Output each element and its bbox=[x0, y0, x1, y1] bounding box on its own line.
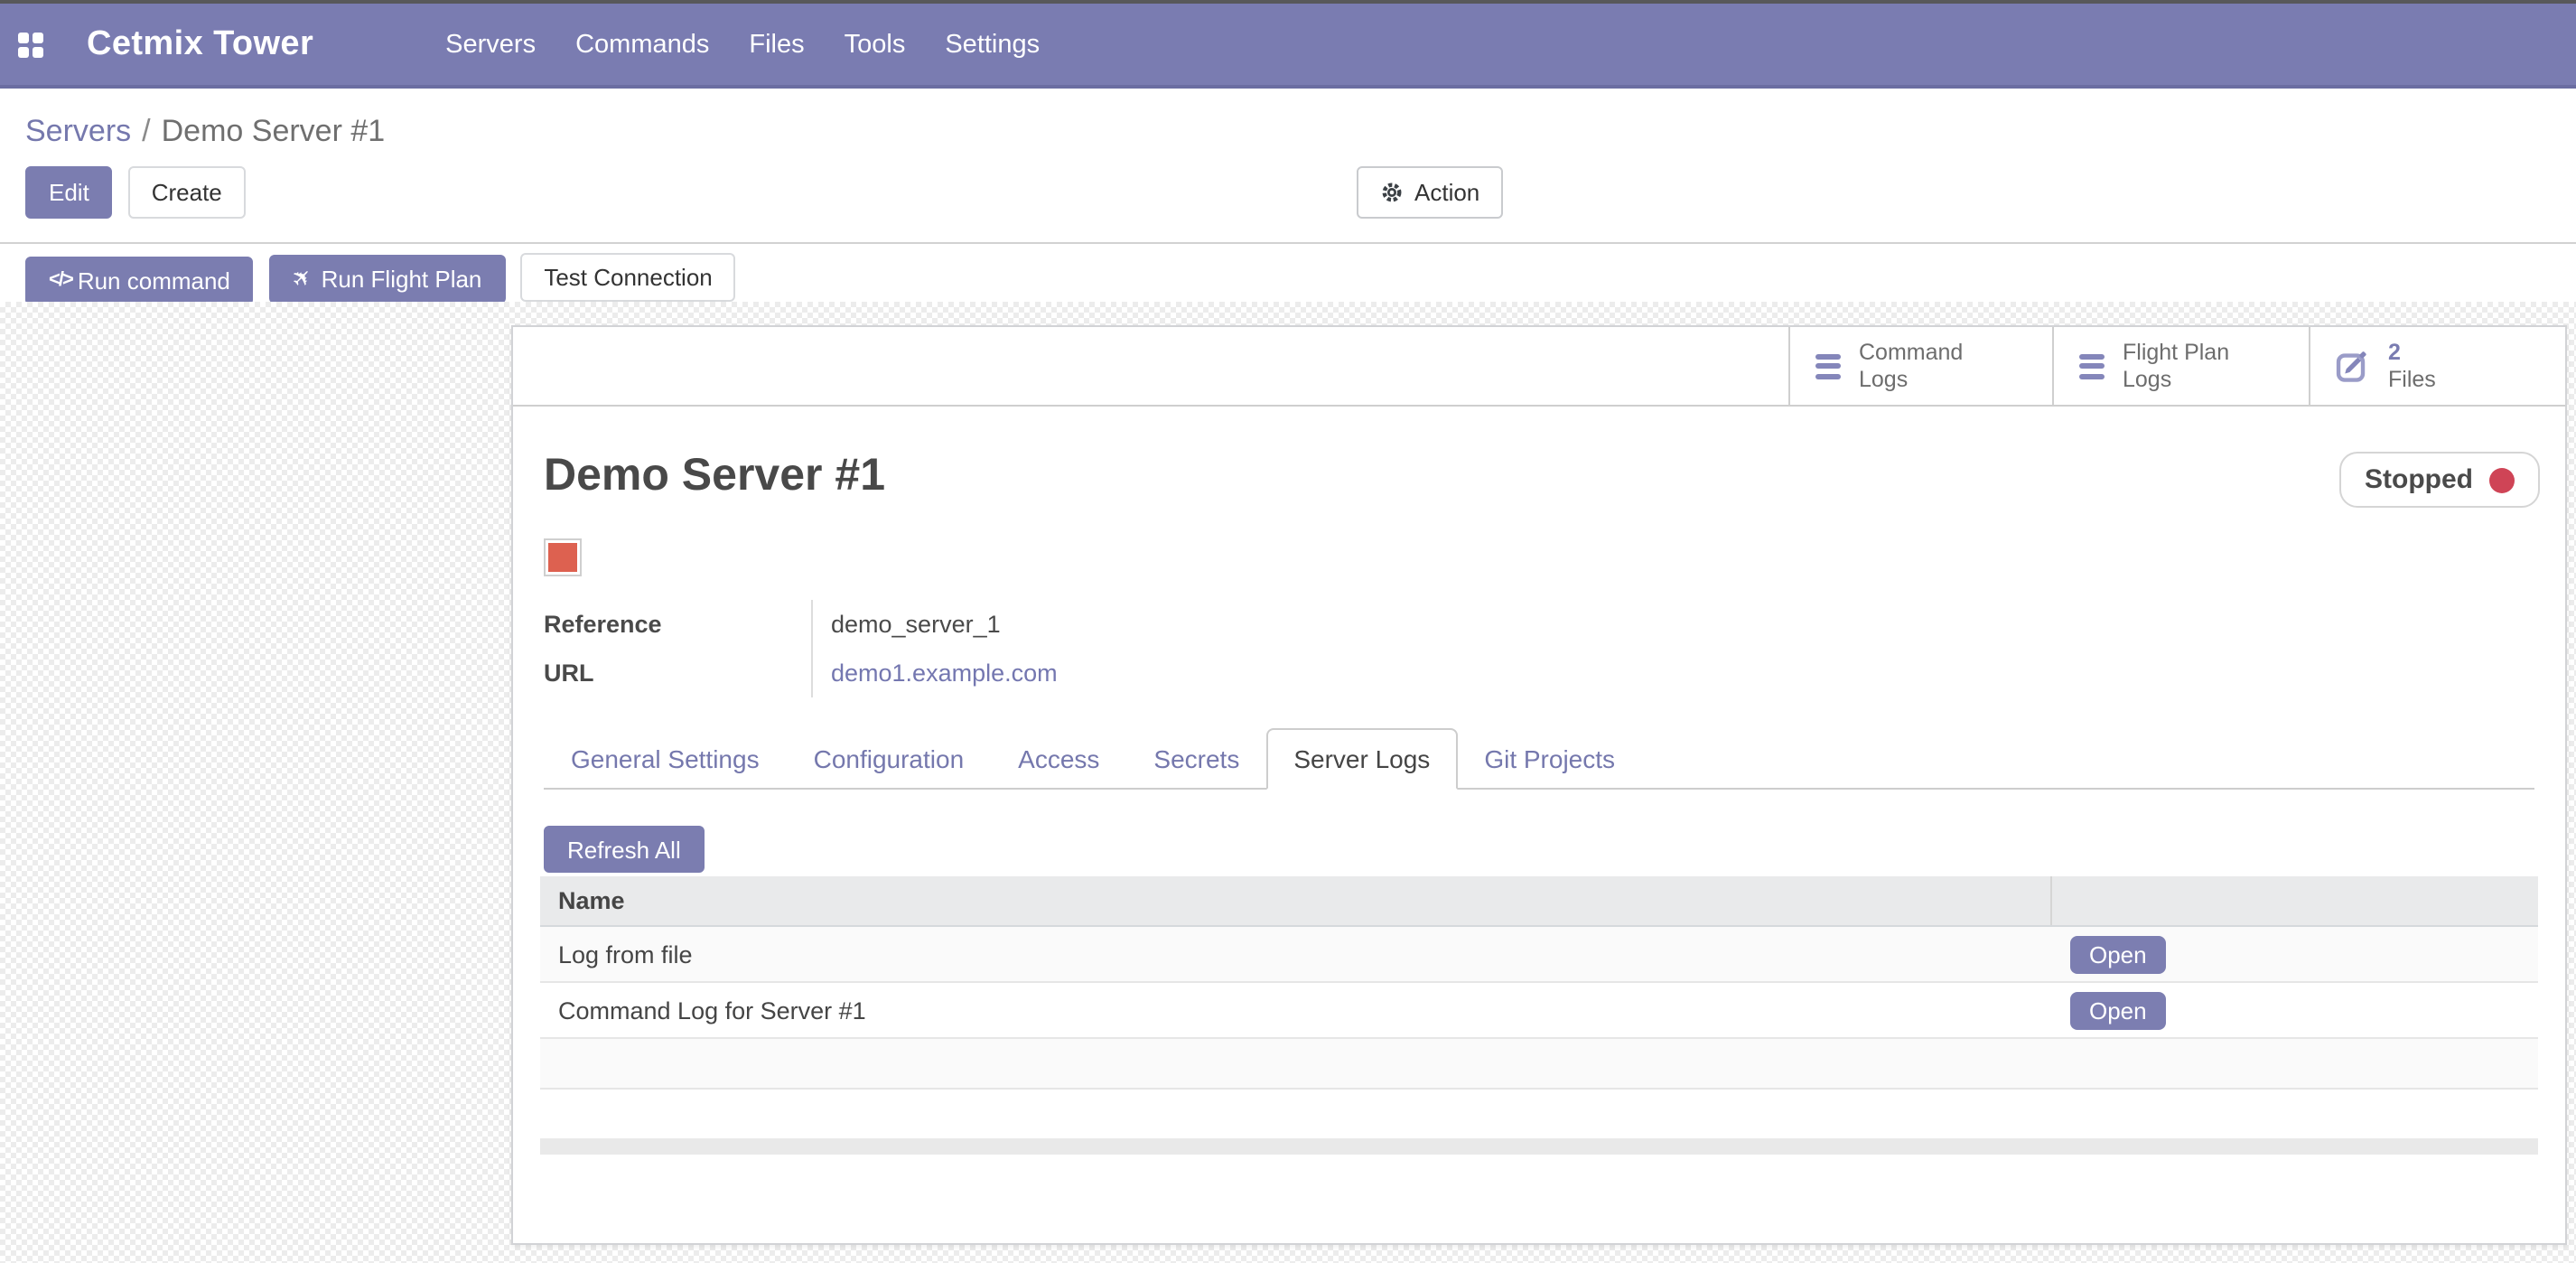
nav-item-commands[interactable]: Commands bbox=[575, 30, 709, 59]
files-stat-button[interactable]: 2 Files bbox=[2309, 327, 2565, 405]
breadcrumb-current: Demo Server #1 bbox=[162, 114, 386, 148]
tab-git-projects[interactable]: Git Projects bbox=[1457, 728, 1642, 790]
breadcrumb-parent-link[interactable]: Servers bbox=[25, 114, 131, 148]
app-window: Cetmix Tower Servers Commands Files Tool… bbox=[0, 0, 2576, 1263]
edit-button[interactable]: Edit bbox=[25, 166, 113, 219]
code-icon: </> bbox=[49, 269, 72, 291]
plane-icon: ✈ bbox=[285, 261, 320, 295]
table-empty-row bbox=[540, 1038, 2538, 1089]
navbar-menu: Servers Commands Files Tools Settings bbox=[445, 30, 1040, 59]
notebook-tabs: General Settings Configuration Access Se… bbox=[544, 728, 2534, 790]
list-icon bbox=[1815, 353, 1841, 379]
column-header-actions bbox=[2051, 876, 2538, 926]
server-color-swatch bbox=[544, 538, 582, 576]
nav-item-tools[interactable]: Tools bbox=[845, 30, 906, 59]
url-label: URL bbox=[544, 660, 811, 687]
breadcrumb: Servers / Demo Server #1 bbox=[0, 89, 2576, 150]
table-row[interactable]: Log from file Open bbox=[540, 926, 2538, 982]
action-dropdown-button[interactable]: Action bbox=[1357, 166, 1503, 219]
run-flight-plan-button[interactable]: ✈ Run Flight Plan bbox=[269, 254, 506, 303]
field-row-url: URL demo1.example.com bbox=[544, 649, 2534, 697]
open-log-button[interactable]: Open bbox=[2069, 991, 2167, 1029]
field-group: Reference demo_server_1 URL demo1.exampl… bbox=[544, 600, 2534, 697]
brand-title[interactable]: Cetmix Tower bbox=[87, 24, 313, 64]
table-footer-bar bbox=[540, 1138, 2538, 1155]
nav-item-servers[interactable]: Servers bbox=[445, 30, 536, 59]
table-header-row: Name bbox=[540, 876, 2538, 926]
create-button[interactable]: Create bbox=[128, 166, 246, 219]
edit-file-icon bbox=[2336, 349, 2370, 383]
test-connection-button[interactable]: Test Connection bbox=[520, 253, 735, 302]
tab-secrets[interactable]: Secrets bbox=[1126, 728, 1266, 790]
stat-label: Files bbox=[2388, 366, 2436, 391]
sheet-body: Demo Server #1 Reference demo_server_1 U… bbox=[513, 450, 2565, 1155]
main-navbar: Cetmix Tower Servers Commands Files Tool… bbox=[0, 4, 2576, 89]
tab-general-settings[interactable]: General Settings bbox=[544, 728, 787, 790]
form-view-background: Command Logs Flight Plan Logs bbox=[0, 302, 2576, 1263]
stat-label-line1: Flight Plan bbox=[2123, 340, 2229, 365]
nav-item-files[interactable]: Files bbox=[749, 30, 804, 59]
reference-value: demo_server_1 bbox=[811, 600, 1001, 649]
tab-access[interactable]: Access bbox=[991, 728, 1126, 790]
log-name-cell[interactable]: Command Log for Server #1 bbox=[540, 982, 2051, 1038]
server-logs-pane: Refresh All Name Log from file Open bbox=[544, 790, 2534, 1155]
form-toolbar: Edit Create Action bbox=[0, 166, 2576, 219]
files-count: 2 bbox=[2388, 340, 2401, 365]
stat-label-line1: Command bbox=[1859, 340, 1963, 365]
log-name-cell[interactable]: Log from file bbox=[540, 926, 2051, 982]
run-command-button[interactable]: </> Run command bbox=[25, 256, 254, 304]
url-link[interactable]: demo1.example.com bbox=[811, 649, 1058, 697]
flight-plan-logs-stat-button[interactable]: Flight Plan Logs bbox=[2052, 327, 2309, 405]
gear-icon bbox=[1380, 181, 1404, 204]
stat-label-line2: Logs bbox=[1859, 366, 1908, 391]
refresh-all-button[interactable]: Refresh All bbox=[544, 826, 705, 873]
stat-label-line2: Logs bbox=[2123, 366, 2171, 391]
server-logs-table: Name Log from file Open Command Log for … bbox=[540, 876, 2538, 1090]
reference-label: Reference bbox=[544, 611, 811, 638]
stat-button-band: Command Logs Flight Plan Logs bbox=[513, 327, 2565, 407]
page-title: Demo Server #1 bbox=[544, 450, 2534, 501]
breadcrumb-separator: / bbox=[142, 114, 150, 148]
column-header-name[interactable]: Name bbox=[540, 876, 2051, 926]
table-row[interactable]: Command Log for Server #1 Open bbox=[540, 982, 2538, 1038]
tab-server-logs[interactable]: Server Logs bbox=[1266, 728, 1457, 790]
apps-grid-icon[interactable] bbox=[18, 32, 43, 57]
server-form-sheet: Command Logs Flight Plan Logs bbox=[511, 325, 2567, 1245]
list-icon bbox=[2079, 353, 2105, 379]
command-logs-stat-button[interactable]: Command Logs bbox=[1788, 327, 2052, 405]
field-row-reference: Reference demo_server_1 bbox=[544, 600, 2534, 649]
tab-configuration[interactable]: Configuration bbox=[787, 728, 992, 790]
open-log-button[interactable]: Open bbox=[2069, 935, 2167, 973]
nav-item-settings[interactable]: Settings bbox=[945, 30, 1040, 59]
